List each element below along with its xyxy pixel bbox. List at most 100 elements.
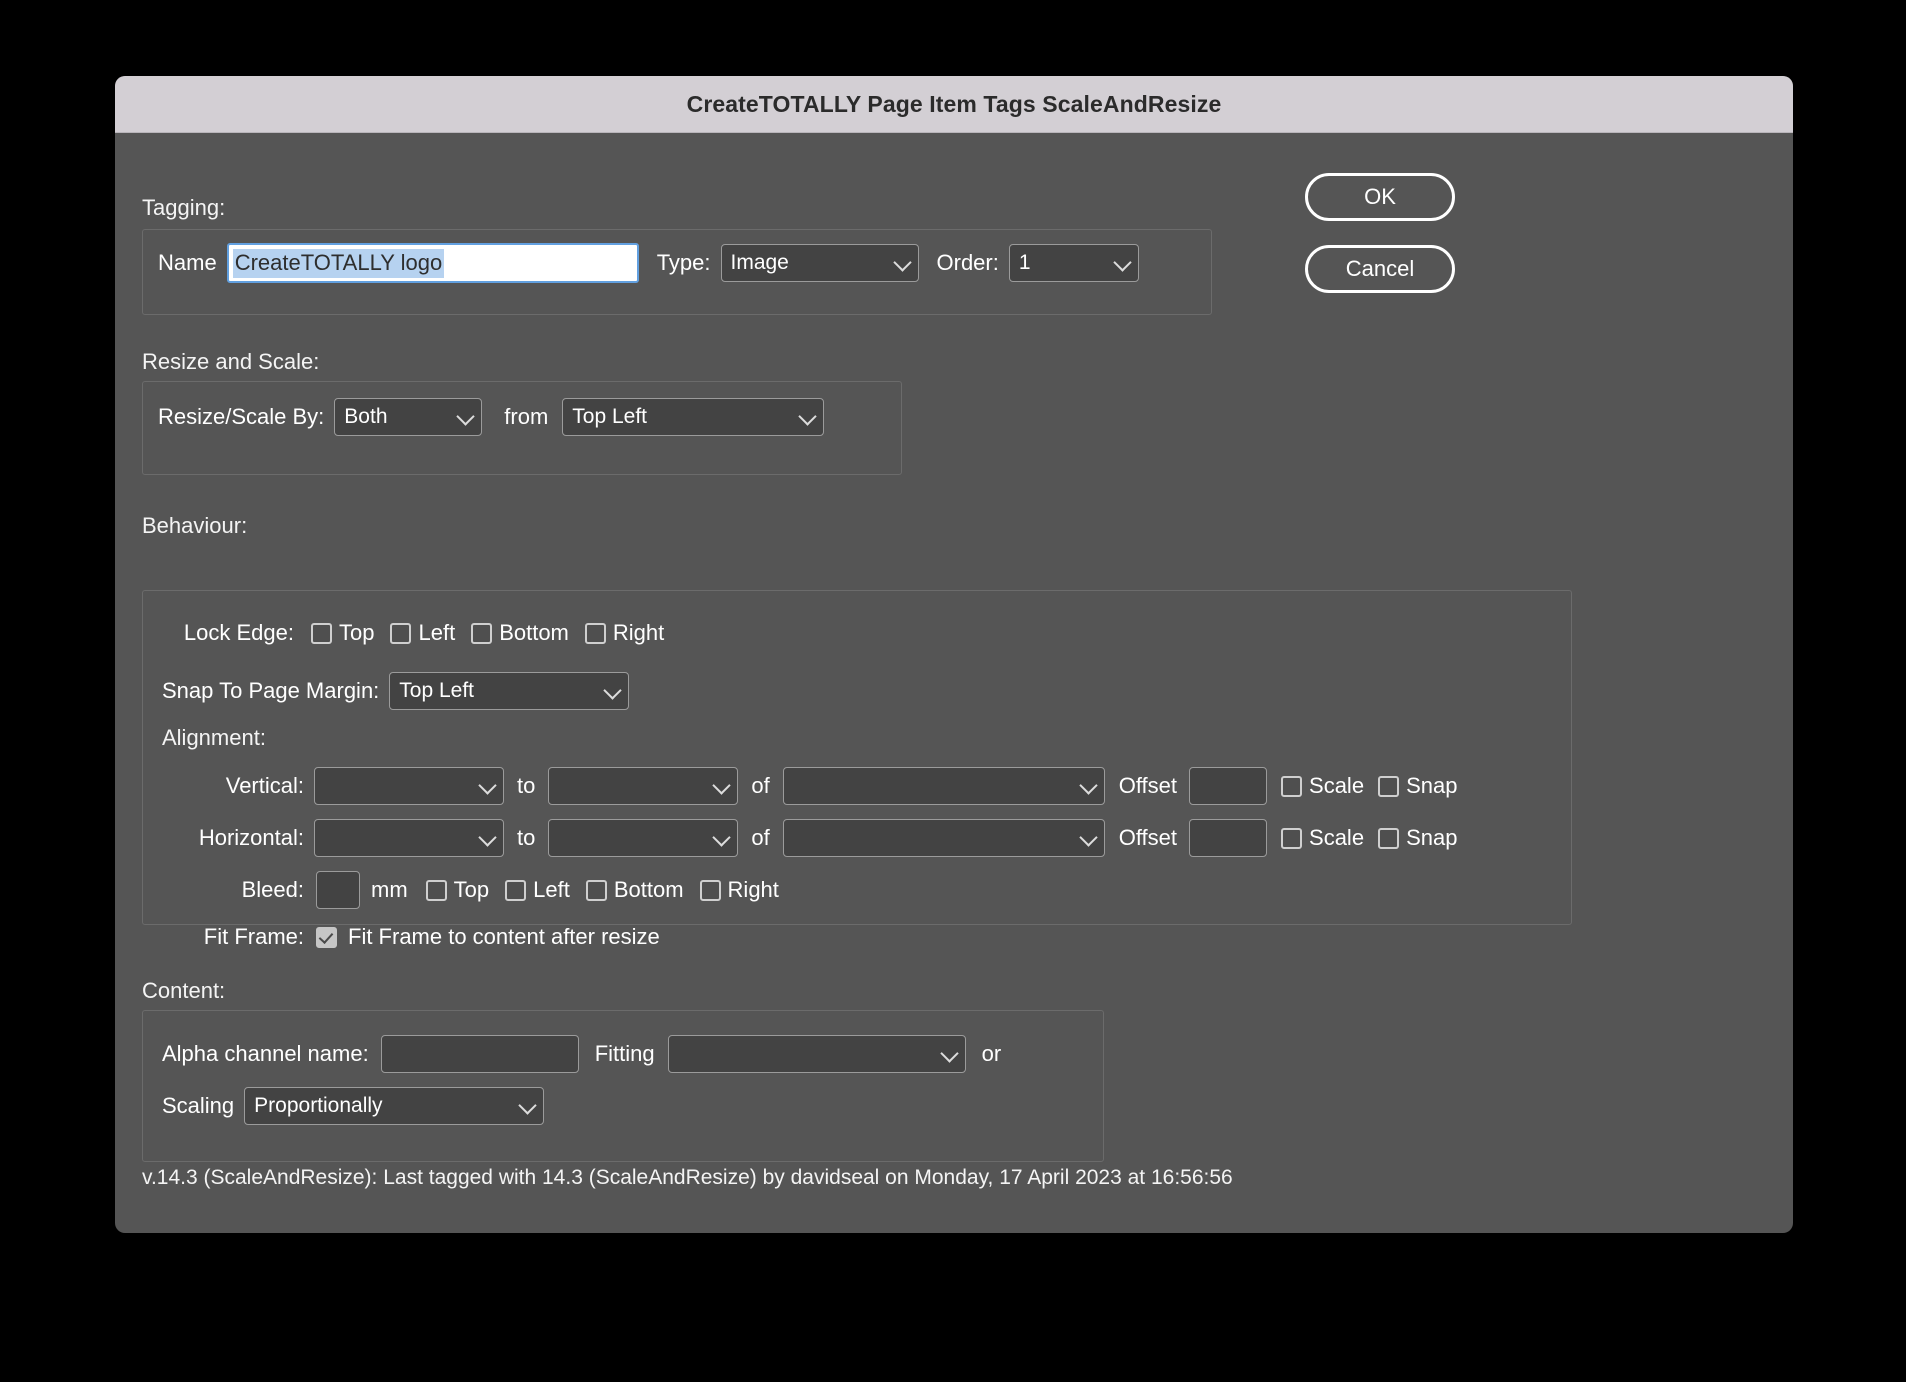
vertical-to-label: to bbox=[517, 773, 536, 798]
vertical-offset-input[interactable] bbox=[1189, 767, 1268, 805]
horizontal-scale[interactable]: Scale bbox=[1281, 825, 1364, 851]
vertical-snap-checkbox[interactable] bbox=[1378, 775, 1400, 797]
bleed-label: Bleed: bbox=[241, 877, 304, 902]
bleed-top[interactable]: Top bbox=[425, 877, 490, 903]
lock-edge-right[interactable]: Right bbox=[584, 620, 664, 646]
vertical-snap[interactable]: Snap bbox=[1378, 773, 1457, 799]
bleed-right-checkbox[interactable] bbox=[699, 879, 721, 901]
horizontal-snap-label: Snap bbox=[1406, 825, 1458, 850]
from-dropdown[interactable]: Top Left bbox=[562, 398, 825, 436]
vertical-scale[interactable]: Scale bbox=[1281, 773, 1364, 799]
horizontal-snap-checkbox[interactable] bbox=[1378, 827, 1400, 849]
alignment-label: Alignment: bbox=[162, 725, 266, 750]
bleed-right-label: Right bbox=[727, 877, 779, 902]
vertical-scale-checkbox[interactable] bbox=[1281, 775, 1303, 797]
bleed-top-label: Top bbox=[453, 877, 490, 902]
chevron-down-icon bbox=[518, 1096, 537, 1115]
ok-button-label: OK bbox=[1364, 184, 1396, 209]
content-section-label: Content: bbox=[142, 978, 226, 1003]
chevron-down-icon bbox=[798, 407, 817, 426]
footer-status-text: v.14.3 (ScaleAndResize): Last tagged wit… bbox=[142, 1166, 1233, 1189]
resize-scale-by-value: Both bbox=[344, 405, 388, 428]
behaviour-section-label: Behaviour: bbox=[142, 513, 248, 538]
lock-edge-bottom-label: Bottom bbox=[499, 620, 569, 645]
fit-frame-option[interactable]: Fit Frame to content after resize bbox=[316, 924, 660, 950]
dialog-title: CreateTOTALLY Page Item Tags ScaleAndRes… bbox=[686, 90, 1222, 117]
chevron-down-icon bbox=[1113, 253, 1132, 272]
horizontal-second-dropdown[interactable] bbox=[548, 819, 739, 857]
fitting-dropdown[interactable] bbox=[667, 1035, 966, 1073]
snap-to-page-margin-value: Top Left bbox=[399, 679, 475, 702]
bleed-top-checkbox[interactable] bbox=[425, 879, 447, 901]
cancel-button-label: Cancel bbox=[1345, 256, 1415, 281]
chevron-down-icon bbox=[603, 681, 622, 700]
lock-edge-top-label: Top bbox=[339, 620, 375, 645]
vertical-scale-label: Scale bbox=[1309, 773, 1365, 798]
vertical-third-dropdown[interactable] bbox=[782, 767, 1105, 805]
fit-frame-row: Fit Frame: Fit Frame to content after re… bbox=[162, 924, 660, 950]
fitting-label: Fitting bbox=[594, 1041, 655, 1066]
horizontal-offset-label: Offset bbox=[1118, 825, 1178, 850]
dialog-body: OK Cancel Tagging: Name CreateTOTALLY lo… bbox=[115, 133, 1793, 1233]
horizontal-to-label: to bbox=[517, 825, 536, 850]
vertical-second-dropdown[interactable] bbox=[548, 767, 739, 805]
snap-to-page-margin-label: Snap To Page Margin: bbox=[162, 678, 380, 703]
scaling-dropdown[interactable]: Proportionally bbox=[244, 1087, 545, 1125]
fit-frame-label: Fit Frame: bbox=[203, 924, 304, 949]
bleed-left[interactable]: Left bbox=[505, 877, 570, 903]
name-input[interactable]: CreateTOTALLY logo bbox=[226, 243, 639, 283]
scaling-label: Scaling bbox=[162, 1093, 235, 1118]
alignment-row-horizontal: Horizontal: to of Offset Scale Snap bbox=[162, 819, 1457, 857]
lock-edge-bottom-checkbox[interactable] bbox=[471, 622, 493, 644]
bleed-unit-label: mm bbox=[371, 877, 408, 902]
ok-button[interactable]: OK bbox=[1305, 173, 1455, 221]
bleed-input[interactable] bbox=[316, 871, 360, 909]
horizontal-of-label: of bbox=[751, 825, 770, 850]
type-dropdown[interactable]: Image bbox=[720, 244, 919, 282]
snap-to-page-margin-row: Snap To Page Margin: Top Left bbox=[162, 672, 630, 710]
horizontal-third-dropdown[interactable] bbox=[782, 819, 1105, 857]
horizontal-offset-input[interactable] bbox=[1189, 819, 1268, 857]
chevron-down-icon bbox=[939, 1044, 959, 1063]
horizontal-scale-checkbox[interactable] bbox=[1281, 827, 1303, 849]
alpha-channel-row: Alpha channel name: Fitting or bbox=[162, 1035, 1001, 1073]
lock-edge-left[interactable]: Left bbox=[390, 620, 455, 646]
lock-edge-right-checkbox[interactable] bbox=[584, 622, 606, 644]
bleed-bottom[interactable]: Bottom bbox=[585, 877, 684, 903]
lock-edge-top[interactable]: Top bbox=[311, 620, 374, 646]
chevron-down-icon bbox=[892, 253, 912, 272]
vertical-of-label: of bbox=[751, 773, 770, 798]
alpha-channel-input[interactable] bbox=[380, 1035, 579, 1073]
bleed-right[interactable]: Right bbox=[699, 877, 779, 903]
tags-dialog: CreateTOTALLY Page Item Tags ScaleAndRes… bbox=[115, 76, 1793, 1233]
chevron-down-icon bbox=[712, 776, 732, 795]
scaling-row: Scaling Proportionally bbox=[162, 1087, 545, 1125]
horizontal-label: Horizontal: bbox=[198, 825, 304, 850]
lock-edge-top-checkbox[interactable] bbox=[311, 622, 332, 644]
chevron-down-icon bbox=[1079, 776, 1098, 795]
vertical-label: Vertical: bbox=[225, 773, 304, 798]
cancel-button[interactable]: Cancel bbox=[1305, 245, 1455, 293]
snap-to-page-margin-dropdown[interactable]: Top Left bbox=[389, 672, 630, 710]
horizontal-snap[interactable]: Snap bbox=[1378, 825, 1457, 851]
bleed-left-checkbox[interactable] bbox=[505, 879, 527, 901]
name-input-value: CreateTOTALLY logo bbox=[232, 248, 445, 278]
chevron-down-icon bbox=[456, 407, 475, 426]
resize-scale-by-dropdown[interactable]: Both bbox=[334, 398, 483, 436]
order-dropdown[interactable]: 1 bbox=[1008, 244, 1139, 282]
vertical-first-dropdown[interactable] bbox=[314, 767, 504, 805]
vertical-offset-label: Offset bbox=[1118, 773, 1178, 798]
chevron-down-icon bbox=[712, 828, 732, 847]
fit-frame-checkbox[interactable] bbox=[316, 926, 337, 948]
dialog-titlebar: CreateTOTALLY Page Item Tags ScaleAndRes… bbox=[115, 76, 1793, 133]
horizontal-scale-label: Scale bbox=[1309, 825, 1365, 850]
from-label: from bbox=[504, 404, 549, 429]
lock-edge-bottom[interactable]: Bottom bbox=[471, 620, 569, 646]
from-dropdown-value: Top Left bbox=[572, 405, 648, 428]
bleed-bottom-checkbox[interactable] bbox=[585, 879, 607, 901]
fit-frame-checkbox-label: Fit Frame to content after resize bbox=[348, 924, 660, 949]
tagging-section-label: Tagging: bbox=[142, 195, 226, 220]
lock-edge-left-label: Left bbox=[418, 620, 456, 645]
horizontal-first-dropdown[interactable] bbox=[314, 819, 504, 857]
lock-edge-left-checkbox[interactable] bbox=[390, 622, 412, 644]
